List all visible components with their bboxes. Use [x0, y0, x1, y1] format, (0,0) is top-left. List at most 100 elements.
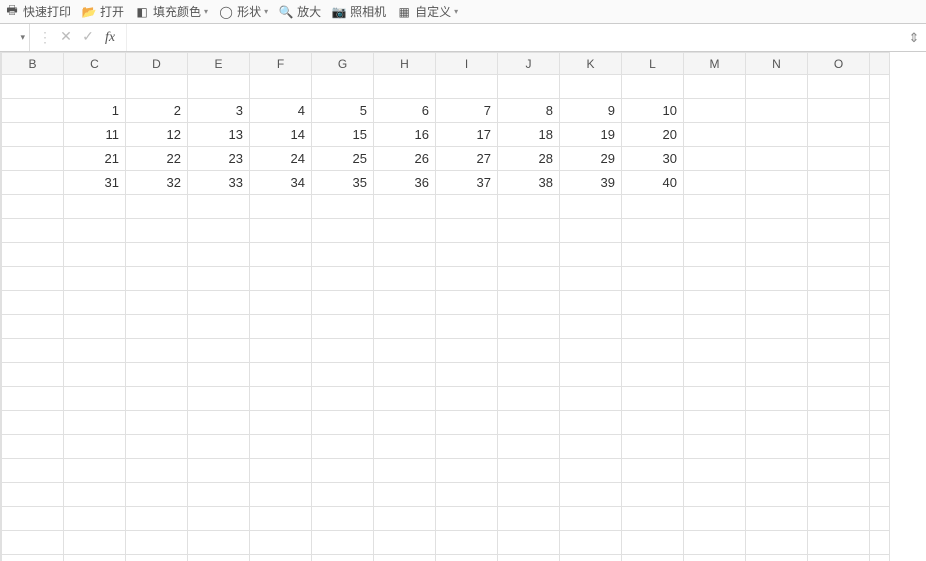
- cell[interactable]: [312, 387, 374, 411]
- cell[interactable]: [808, 219, 870, 243]
- cell[interactable]: 24: [250, 147, 312, 171]
- cell[interactable]: [250, 387, 312, 411]
- cell[interactable]: 29: [560, 147, 622, 171]
- cell[interactable]: [684, 459, 746, 483]
- cell[interactable]: [746, 531, 808, 555]
- cell[interactable]: [250, 243, 312, 267]
- cell[interactable]: [808, 267, 870, 291]
- cell[interactable]: [374, 483, 436, 507]
- cell[interactable]: [498, 507, 560, 531]
- cell[interactable]: 16: [374, 123, 436, 147]
- cell[interactable]: [126, 219, 188, 243]
- cell[interactable]: [64, 507, 126, 531]
- cell[interactable]: [870, 339, 890, 363]
- cell[interactable]: [374, 75, 436, 99]
- cell[interactable]: [622, 291, 684, 315]
- cell[interactable]: [436, 387, 498, 411]
- cell[interactable]: [870, 195, 890, 219]
- cell[interactable]: [746, 459, 808, 483]
- cell[interactable]: [126, 75, 188, 99]
- cell[interactable]: [622, 339, 684, 363]
- cell[interactable]: [808, 339, 870, 363]
- cell[interactable]: [684, 483, 746, 507]
- cell[interactable]: 17: [436, 123, 498, 147]
- column-header-O[interactable]: O: [808, 53, 870, 75]
- cell[interactable]: [560, 291, 622, 315]
- cell[interactable]: 27: [436, 147, 498, 171]
- cell[interactable]: [374, 411, 436, 435]
- cell[interactable]: [622, 555, 684, 561]
- cell[interactable]: [312, 507, 374, 531]
- fill-color-button[interactable]: ◧填充颜色▾: [134, 3, 208, 20]
- cell[interactable]: [250, 555, 312, 561]
- cell[interactable]: [622, 531, 684, 555]
- cell[interactable]: [684, 507, 746, 531]
- cell[interactable]: [684, 411, 746, 435]
- cell[interactable]: [188, 387, 250, 411]
- cell[interactable]: [436, 483, 498, 507]
- cell[interactable]: [684, 75, 746, 99]
- cell[interactable]: 2: [126, 99, 188, 123]
- cell[interactable]: [312, 219, 374, 243]
- cell[interactable]: [808, 99, 870, 123]
- cell[interactable]: 5: [312, 99, 374, 123]
- cell[interactable]: [2, 219, 64, 243]
- cell[interactable]: [250, 267, 312, 291]
- cell[interactable]: [684, 267, 746, 291]
- cell[interactable]: 35: [312, 171, 374, 195]
- cell[interactable]: [560, 267, 622, 291]
- cell[interactable]: [560, 363, 622, 387]
- cell[interactable]: [374, 339, 436, 363]
- cell[interactable]: [808, 75, 870, 99]
- cell[interactable]: 12: [126, 123, 188, 147]
- cell[interactable]: [2, 507, 64, 531]
- cell[interactable]: [746, 483, 808, 507]
- cell[interactable]: [560, 459, 622, 483]
- cell[interactable]: [808, 411, 870, 435]
- cell[interactable]: [2, 123, 64, 147]
- cell[interactable]: [436, 195, 498, 219]
- cell[interactable]: [684, 195, 746, 219]
- cell[interactable]: [2, 99, 64, 123]
- cell[interactable]: [312, 315, 374, 339]
- cell[interactable]: [684, 219, 746, 243]
- cell[interactable]: [188, 339, 250, 363]
- cell[interactable]: [684, 435, 746, 459]
- cell[interactable]: [250, 531, 312, 555]
- cell[interactable]: [436, 363, 498, 387]
- cell[interactable]: [436, 411, 498, 435]
- cell[interactable]: [2, 315, 64, 339]
- cell[interactable]: [312, 483, 374, 507]
- cell[interactable]: [808, 435, 870, 459]
- cell[interactable]: [64, 75, 126, 99]
- cell[interactable]: [126, 411, 188, 435]
- cell[interactable]: [560, 507, 622, 531]
- column-header-N[interactable]: N: [746, 53, 808, 75]
- cell[interactable]: [312, 75, 374, 99]
- cell[interactable]: [312, 267, 374, 291]
- cell[interactable]: [64, 483, 126, 507]
- cell[interactable]: [684, 339, 746, 363]
- cell[interactable]: [746, 195, 808, 219]
- cell[interactable]: 7: [436, 99, 498, 123]
- cell[interactable]: [250, 507, 312, 531]
- cell[interactable]: [188, 219, 250, 243]
- cell[interactable]: [374, 435, 436, 459]
- cell[interactable]: [808, 147, 870, 171]
- cell[interactable]: 19: [560, 123, 622, 147]
- cell[interactable]: [312, 459, 374, 483]
- cell[interactable]: [498, 339, 560, 363]
- cell[interactable]: [188, 507, 250, 531]
- cell[interactable]: 1: [64, 99, 126, 123]
- cell[interactable]: [808, 195, 870, 219]
- cell[interactable]: [2, 387, 64, 411]
- cell[interactable]: [498, 411, 560, 435]
- cell[interactable]: 11: [64, 123, 126, 147]
- column-header-M[interactable]: M: [684, 53, 746, 75]
- cell[interactable]: [2, 483, 64, 507]
- cell[interactable]: 23: [188, 147, 250, 171]
- zoom-in-button[interactable]: 🔍放大: [278, 3, 321, 20]
- cell[interactable]: [560, 219, 622, 243]
- column-header-D[interactable]: D: [126, 53, 188, 75]
- cell[interactable]: [64, 555, 126, 561]
